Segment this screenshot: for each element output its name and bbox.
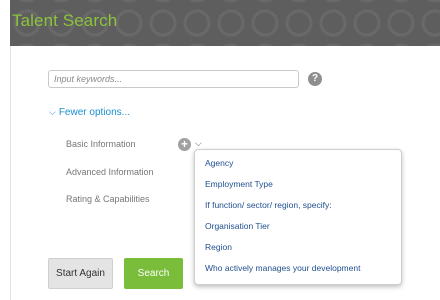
search-button[interactable]: Search <box>124 258 183 289</box>
dropdown-item-employment-type[interactable]: Employment Type <box>205 179 273 189</box>
field-dropdown-menu: Agency Employment Type If function/ sect… <box>194 149 402 285</box>
chevron-down-icon[interactable]: ⌵ <box>195 138 202 149</box>
chevron-down-icon: ⌵ <box>49 107 56 117</box>
dropdown-item-agency[interactable]: Agency <box>205 158 233 168</box>
fewer-options-label: Fewer options... <box>58 107 130 118</box>
talent-search-frame: Talent Search ? ⌵Fewer options... Basic … <box>0 0 440 300</box>
basic-information-option[interactable]: Basic Information <box>66 139 136 149</box>
advanced-information-option[interactable]: Advanced Information <box>66 167 154 177</box>
add-icon[interactable]: + <box>178 138 191 151</box>
dropdown-item-region[interactable]: Region <box>205 242 232 252</box>
dropdown-item-organisation-tier[interactable]: Organisation Tier <box>205 221 270 231</box>
dropdown-item-development-manager[interactable]: Who actively manages your development <box>205 263 360 273</box>
page-title: Talent Search <box>12 11 118 30</box>
header-banner: Talent Search <box>10 0 440 46</box>
help-icon[interactable]: ? <box>308 72 322 86</box>
fewer-options-toggle[interactable]: ⌵ Fewer options... <box>49 107 130 118</box>
start-again-button[interactable]: Start Again <box>48 258 113 289</box>
rating-capabilities-option[interactable]: Rating & Capabilities <box>66 194 150 204</box>
search-panel: ? ⌵Fewer options... Basic Information + … <box>10 46 440 300</box>
keyword-search-input[interactable] <box>48 70 299 88</box>
dropdown-item-function-sector-region[interactable]: If function/ sector/ region, specify: <box>205 200 332 210</box>
